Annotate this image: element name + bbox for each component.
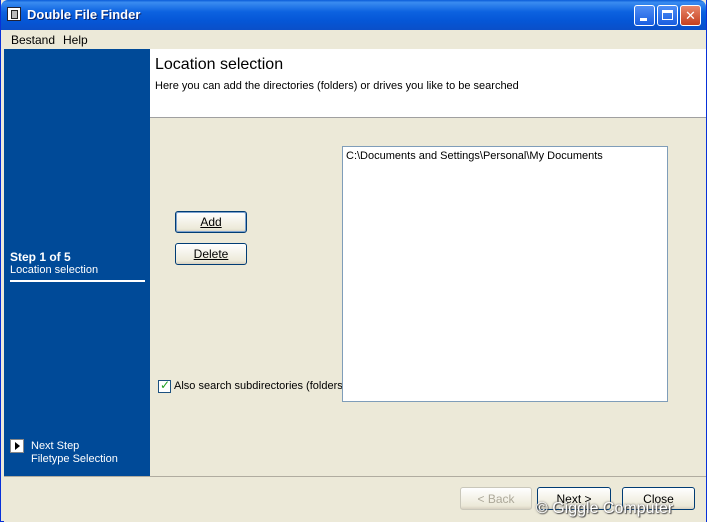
menu-bar: Bestand Help xyxy=(1,30,706,49)
page-header: Location selection Here you can add the … xyxy=(150,49,706,118)
close-icon: ✕ xyxy=(685,8,696,23)
page-title: Location selection xyxy=(155,56,284,73)
delete-location-button[interactable]: Delete xyxy=(175,243,247,265)
menu-bestand[interactable]: Bestand xyxy=(11,33,55,47)
subdirectories-label[interactable]: Also search subdirectories (folders) xyxy=(174,380,346,392)
add-button-label: Add xyxy=(200,214,222,229)
list-item[interactable]: C:\Documents and Settings\Personal\My Do… xyxy=(346,150,603,162)
app-window: Double File Finder ✕ Bestand Help Step 1… xyxy=(0,0,707,522)
next-step-label: Next Step xyxy=(31,440,80,452)
subdirectories-checkbox[interactable]: ✓ xyxy=(158,378,171,393)
location-list[interactable]: C:\Documents and Settings\Personal\My Do… xyxy=(342,146,668,402)
window-title: Double File Finder xyxy=(27,7,141,22)
back-button-label: < Back xyxy=(477,491,515,506)
minimize-button[interactable] xyxy=(634,5,655,26)
location-panel: Add Delete ✓ Also search subdirectories … xyxy=(150,118,706,476)
minimize-icon xyxy=(640,18,647,21)
wizard-sidebar: Step 1 of 5 Location selection Next Step… xyxy=(4,49,150,476)
back-button[interactable]: < Back xyxy=(460,487,532,510)
play-arrow-icon xyxy=(10,439,24,453)
step-divider xyxy=(10,280,145,282)
step-counter: Step 1 of 5 xyxy=(10,250,71,264)
watermark: © Giggle Computer xyxy=(536,500,674,517)
next-step-name: Filetype Selection xyxy=(31,453,118,465)
delete-button-label: Delete xyxy=(193,246,229,261)
menu-help[interactable]: Help xyxy=(63,33,88,47)
page-subtitle: Here you can add the directories (folder… xyxy=(155,80,519,92)
maximize-icon xyxy=(662,10,673,20)
checkmark-icon: ✓ xyxy=(160,378,171,392)
title-bar[interactable]: Double File Finder ✕ xyxy=(1,0,706,30)
close-window-button[interactable]: ✕ xyxy=(680,5,701,26)
maximize-button[interactable] xyxy=(657,5,678,26)
add-location-button[interactable]: Add xyxy=(175,211,247,233)
current-step-name: Location selection xyxy=(10,264,99,276)
app-icon[interactable] xyxy=(7,7,21,21)
